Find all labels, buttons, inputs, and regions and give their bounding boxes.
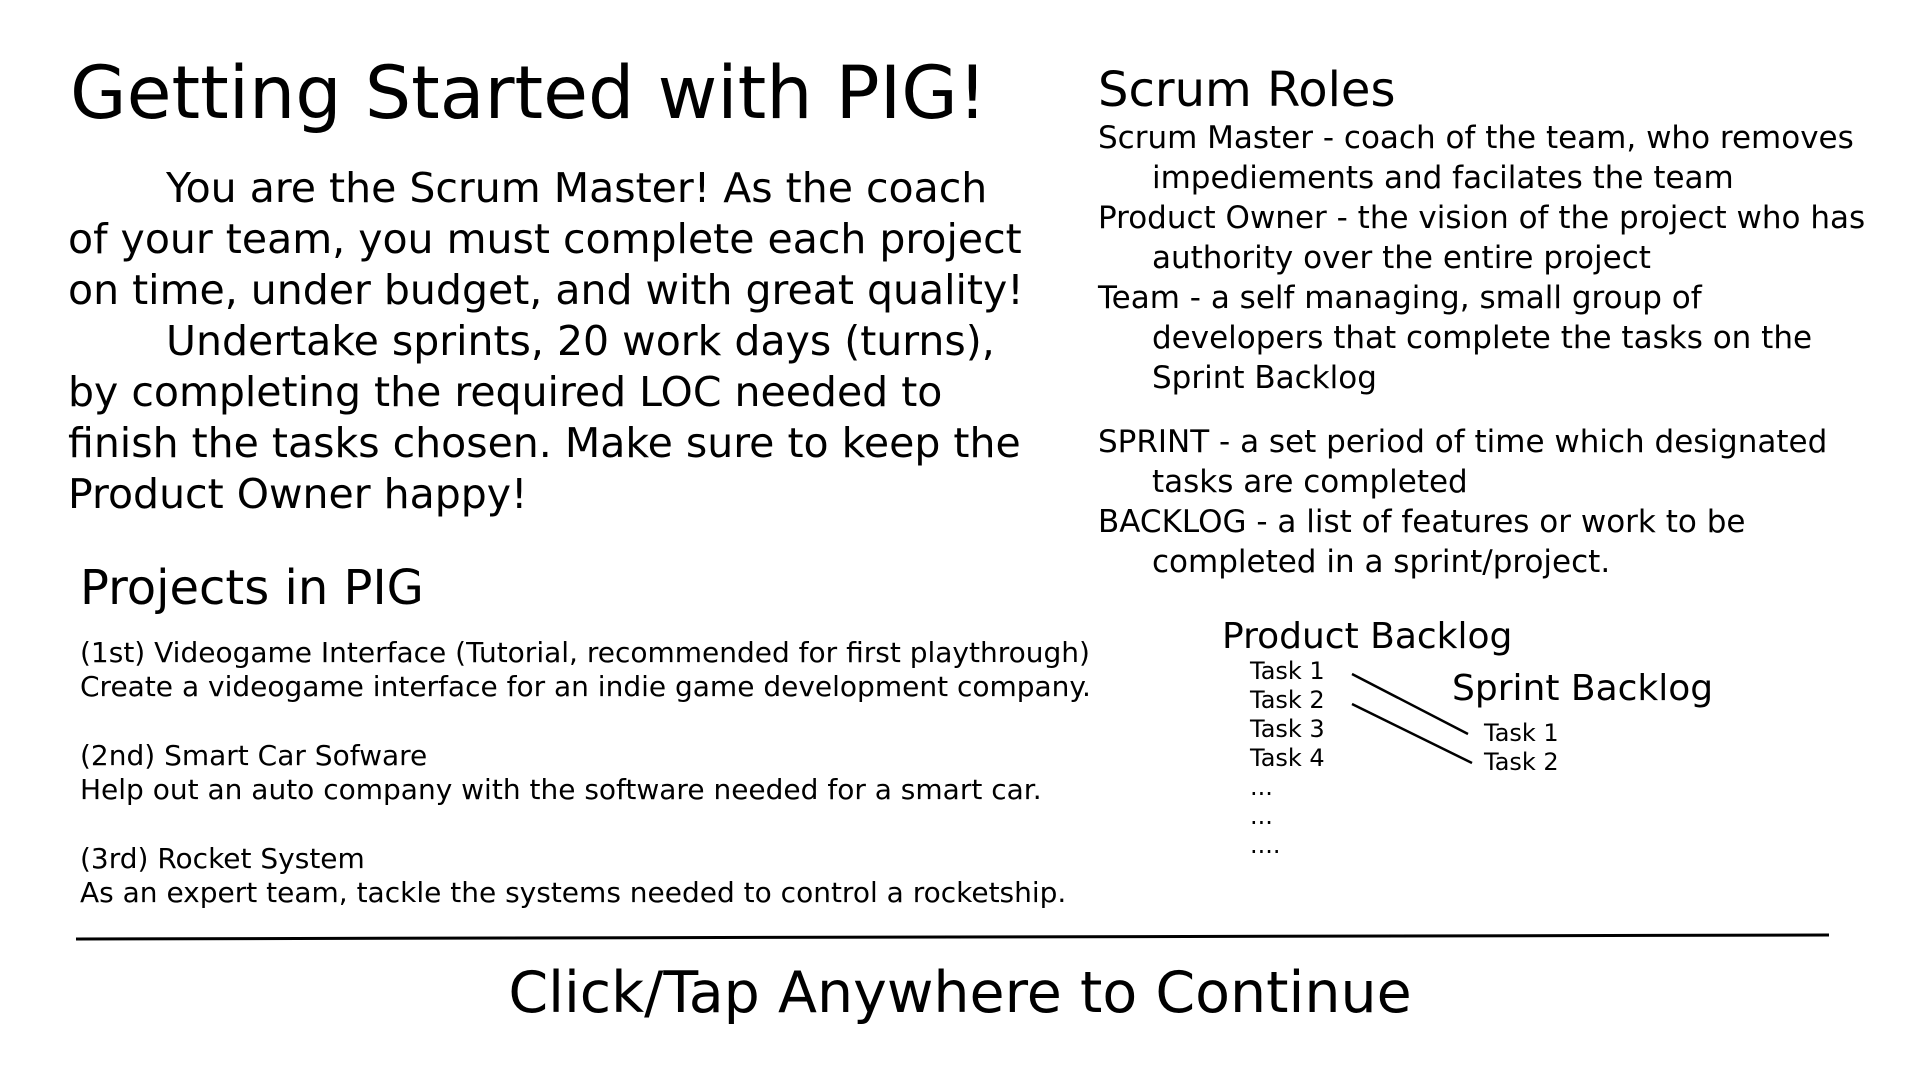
product-backlog-item: ....: [1250, 831, 1281, 859]
project-description: As an expert team, tackle the systems ne…: [80, 876, 1067, 909]
intro-line: by completing the required LOC needed to: [68, 368, 943, 416]
project-name: (2nd) Smart Car Sofware: [80, 739, 428, 772]
role-line: Sprint Backlog: [1152, 360, 1377, 396]
intro-line: finish the tasks chosen. Make sure to ke…: [68, 419, 1021, 467]
connector-line: [1351, 672, 1469, 736]
role-line: developers that complete the tasks on th…: [1152, 320, 1813, 356]
intro-line: of your team, you must complete each pro…: [68, 215, 1022, 263]
sprint-backlog-item: Task 2: [1484, 748, 1559, 776]
scrum-roles-heading: Scrum Roles: [1098, 62, 1396, 118]
role-line: Product Owner - the vision of the projec…: [1098, 200, 1866, 236]
project-description: Create a videogame interface for an indi…: [80, 670, 1091, 703]
intro-line: Product Owner happy!: [68, 470, 528, 518]
definition-line: completed in a sprint/project.: [1152, 544, 1611, 580]
role-line: impediements and facilates the team: [1152, 160, 1734, 196]
definition-line: SPRINT - a set period of time which desi…: [1098, 424, 1828, 460]
intro-line: on time, under budget, and with great qu…: [68, 266, 1024, 314]
project-name: (3rd) Rocket System: [80, 842, 365, 875]
definition-line: BACKLOG - a list of features or work to …: [1098, 504, 1746, 540]
role-line: Team - a self managing, small group of: [1098, 280, 1702, 316]
role-line: Scrum Master - coach of the team, who re…: [1098, 120, 1854, 156]
product-backlog-item: ...: [1250, 773, 1273, 801]
connector-line: [1351, 702, 1473, 765]
sprint-backlog-item: Task 1: [1484, 719, 1559, 747]
product-backlog-item: Task 2: [1250, 686, 1325, 714]
intro-line: Undertake sprints, 20 work days (turns),: [166, 317, 995, 365]
click-to-continue-area[interactable]: Getting Started with PIG! You are the Sc…: [0, 0, 1920, 1080]
project-description: Help out an auto company with the softwa…: [80, 773, 1042, 806]
page-title: Getting Started with PIG!: [70, 51, 988, 136]
product-backlog-item: Task 3: [1250, 715, 1325, 743]
role-line: authority over the entire project: [1152, 240, 1651, 276]
product-backlog-item: Task 1: [1250, 657, 1325, 685]
projects-heading: Projects in PIG: [80, 560, 424, 616]
project-name: (1st) Videogame Interface (Tutorial, rec…: [80, 636, 1090, 669]
definition-line: tasks are completed: [1152, 464, 1468, 500]
product-backlog-item: ...: [1250, 802, 1273, 830]
sprint-backlog-heading: Sprint Backlog: [1452, 668, 1714, 709]
product-backlog-heading: Product Backlog: [1222, 616, 1513, 657]
product-backlog-item: Task 4: [1250, 744, 1325, 772]
continue-prompt[interactable]: Click/Tap Anywhere to Continue: [0, 958, 1920, 1028]
intro-line: You are the Scrum Master! As the coach: [166, 164, 988, 212]
